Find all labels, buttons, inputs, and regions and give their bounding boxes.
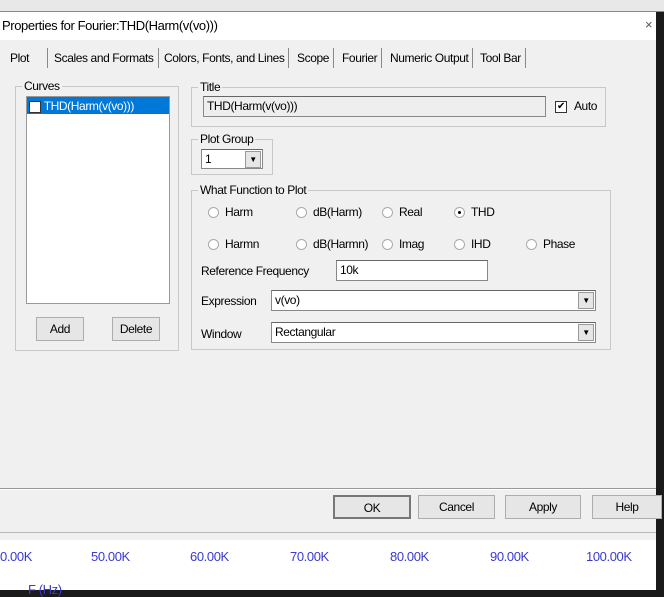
radio-real[interactable]: Real — [382, 205, 422, 219]
tab-label: Colors, Fonts, and Lines — [164, 51, 285, 65]
radio-label: Phase — [543, 237, 576, 251]
expression-select[interactable]: v(vo) ▼ — [271, 290, 596, 311]
curves-label: Curves — [22, 79, 62, 93]
tab-numeric-output[interactable]: Numeric Output — [386, 48, 474, 68]
curve-label: THD(Harm(v(vo))) — [43, 99, 135, 113]
title-label: Title — [198, 80, 223, 94]
chevron-down-icon[interactable]: ▼ — [245, 151, 261, 168]
tab-colors-fonts-lines[interactable]: Colors, Fonts, and Lines — [160, 48, 290, 68]
radio-icon — [454, 239, 465, 251]
window-label: Window — [201, 327, 242, 341]
radio-icon — [382, 239, 393, 251]
radio-thd[interactable]: THD — [454, 205, 495, 219]
radio-harmn[interactable]: Harmn — [208, 237, 259, 251]
x-tick: 90.00K — [490, 549, 529, 564]
cancel-button[interactable]: Cancel — [418, 495, 495, 519]
radio-icon — [208, 207, 219, 219]
x-tick: 70.00K — [290, 549, 329, 564]
tab-label: Plot — [10, 51, 30, 65]
radio-icon — [296, 239, 307, 251]
separator — [0, 532, 656, 533]
title-bar: Properties for Fourier:THD(Harm(v(vo))) … — [0, 12, 656, 40]
window-select[interactable]: Rectangular ▼ — [271, 322, 596, 343]
help-button[interactable]: Help — [592, 495, 662, 519]
dialog-title: Properties for Fourier:THD(Harm(v(vo))) — [2, 18, 218, 33]
curve-item[interactable]: ✔ THD(Harm(v(vo))) — [27, 97, 169, 114]
tab-label: Scales and Formats — [54, 51, 154, 65]
tab-scope[interactable]: Scope — [293, 48, 335, 68]
x-tick: 60.00K — [190, 549, 229, 564]
x-tick: 80.00K — [390, 549, 429, 564]
radio-ihd[interactable]: IHD — [454, 237, 491, 251]
title-input[interactable]: THD(Harm(v(vo))) — [203, 96, 546, 117]
ref-freq-input[interactable]: 10k — [336, 260, 488, 281]
tab-fourier[interactable]: Fourier — [338, 48, 383, 68]
function-group: What Function to Plot Harm dB(Harm) Real… — [191, 183, 611, 350]
plot-group-select[interactable]: 1 ▼ — [201, 149, 263, 169]
function-label: What Function to Plot — [198, 183, 309, 197]
radio-label: dB(Harmn) — [313, 237, 369, 251]
radio-icon — [382, 207, 393, 219]
separator — [0, 488, 656, 490]
tab-label: Scope — [297, 51, 330, 65]
chevron-down-icon[interactable]: ▼ — [578, 292, 594, 309]
radio-label: Imag — [399, 237, 425, 251]
tab-scales-and-formats[interactable]: Scales and Formats — [50, 48, 159, 68]
radio-harm[interactable]: Harm — [208, 205, 253, 219]
tab-plot[interactable]: Plot — [6, 48, 48, 68]
radio-icon — [208, 239, 219, 251]
radio-label: Real — [399, 205, 423, 219]
background-plot: 0.00K 50.00K 60.00K 70.00K 80.00K 90.00K… — [0, 540, 656, 597]
radio-label: IHD — [471, 237, 491, 251]
auto-checkbox[interactable]: ✔ Auto — [555, 99, 597, 113]
close-icon[interactable]: × — [645, 17, 653, 32]
expression-value: v(vo) — [275, 293, 300, 307]
curves-group: Curves ✔ THD(Harm(v(vo))) Add Delete — [15, 79, 179, 351]
curves-list[interactable]: ✔ THD(Harm(v(vo))) — [26, 96, 170, 304]
auto-label: Auto — [573, 99, 598, 113]
checkbox-icon: ✔ — [555, 100, 567, 113]
x-tick: 0.00K — [0, 549, 32, 564]
radio-label: Harmn — [225, 237, 260, 251]
tab-label: Numeric Output — [390, 51, 469, 65]
properties-dialog: Properties for Fourier:THD(Harm(v(vo))) … — [0, 12, 662, 540]
x-tick: 50.00K — [91, 549, 130, 564]
radio-db-harmn[interactable]: dB(Harmn) — [296, 237, 368, 251]
radio-label: dB(Harm) — [313, 205, 362, 219]
tab-label: Tool Bar — [480, 51, 521, 65]
checkbox-icon[interactable]: ✔ — [29, 100, 41, 113]
radio-label: THD — [471, 205, 495, 219]
ref-freq-label: Reference Frequency — [201, 264, 309, 278]
radio-label: Harm — [225, 205, 253, 219]
window-value: Rectangular — [275, 325, 336, 339]
plot-group-value: 1 — [205, 152, 212, 166]
radio-phase[interactable]: Phase — [526, 237, 575, 251]
background-window-strip — [0, 0, 664, 12]
add-button[interactable]: Add — [36, 317, 84, 341]
radio-icon — [526, 239, 537, 251]
radio-icon — [296, 207, 307, 219]
radio-db-harm[interactable]: dB(Harm) — [296, 205, 362, 219]
ok-button[interactable]: OK — [333, 495, 411, 519]
radio-imag[interactable]: Imag — [382, 237, 424, 251]
tab-tool-bar[interactable]: Tool Bar — [476, 48, 526, 68]
apply-button[interactable]: Apply — [505, 495, 581, 519]
x-tick: 100.00K — [586, 549, 632, 564]
title-group: Title THD(Harm(v(vo))) ✔ Auto — [191, 80, 606, 127]
chevron-down-icon[interactable]: ▼ — [578, 324, 594, 341]
expression-label: Expression — [201, 294, 257, 308]
plot-group-label: Plot Group — [198, 132, 256, 146]
tab-label: Fourier — [342, 51, 378, 65]
delete-button[interactable]: Delete — [112, 317, 160, 341]
plot-group-group: Plot Group 1 ▼ — [191, 132, 273, 175]
radio-selected-icon — [454, 207, 465, 219]
